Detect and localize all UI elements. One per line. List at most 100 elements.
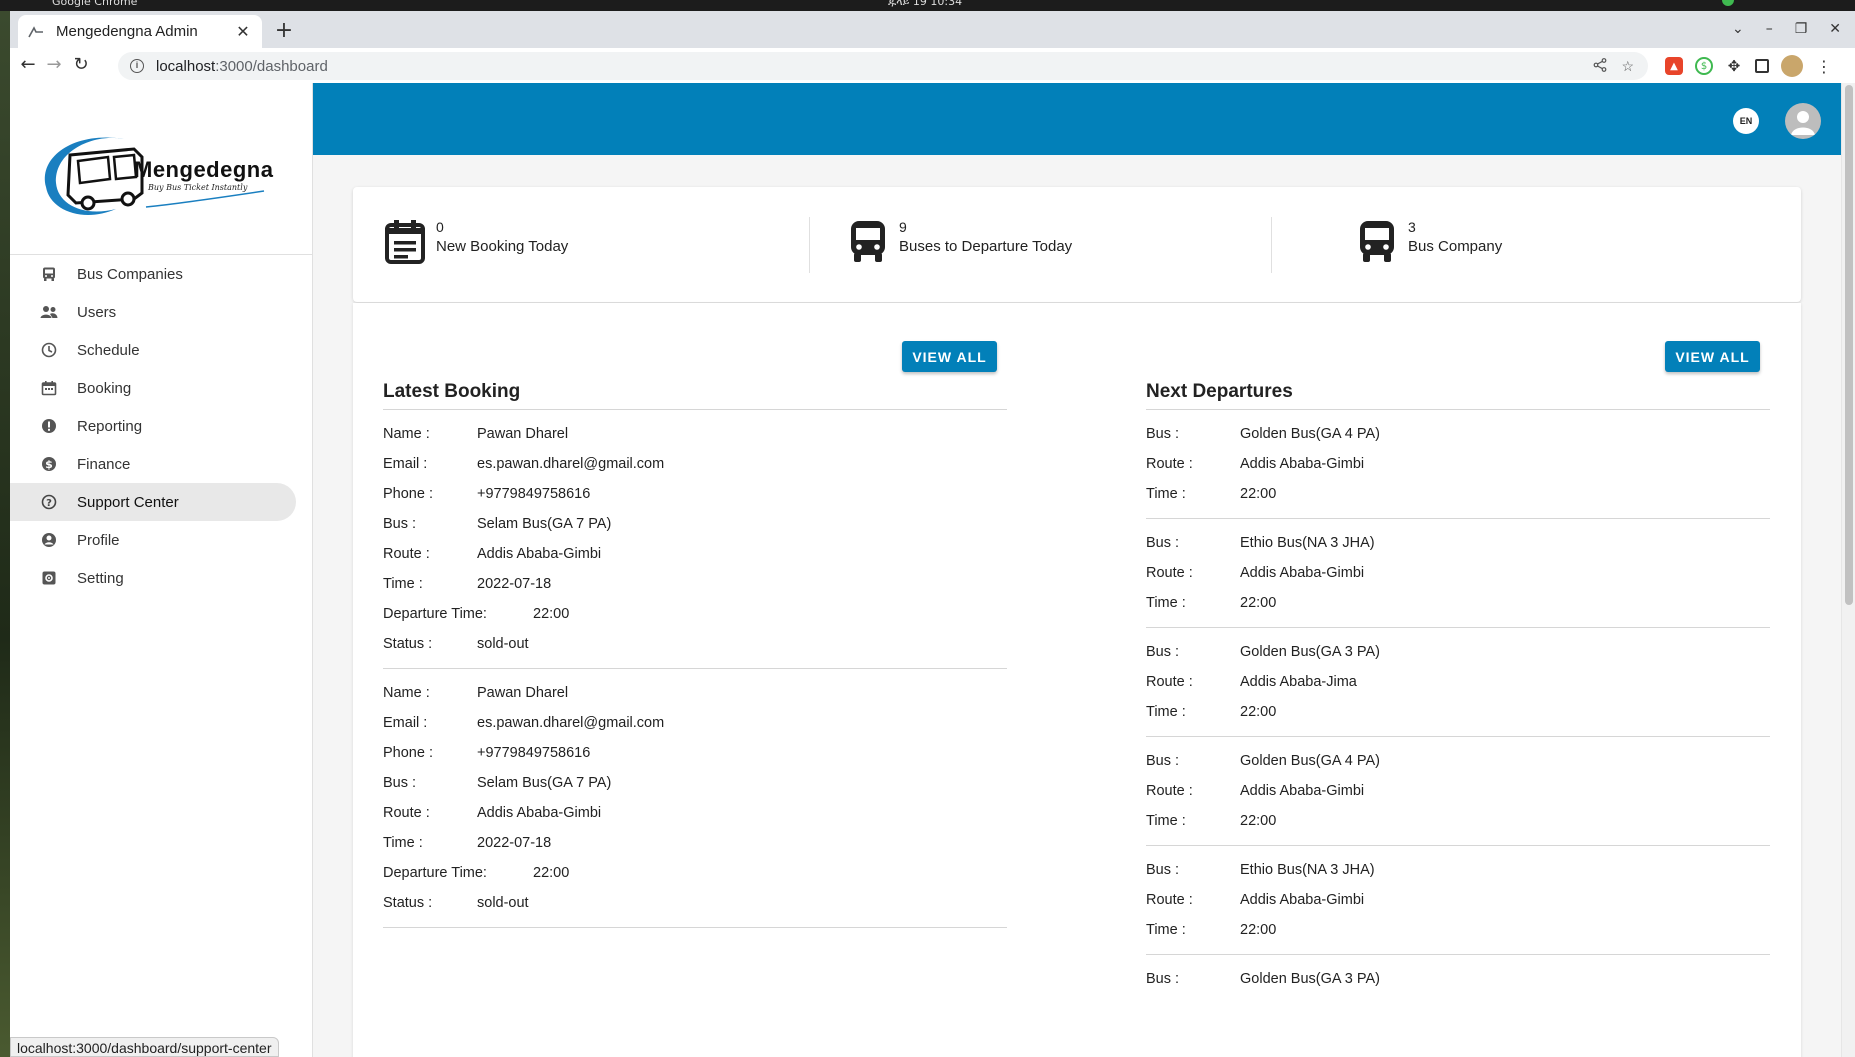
- new-tab-button[interactable]: +: [272, 20, 296, 44]
- extension-icon[interactable]: ▲: [1665, 57, 1683, 75]
- departure-bus-row: Bus : Ethio Bus(NA 3 JHA): [1146, 528, 1770, 558]
- sidebar-item-label: Finance: [77, 455, 131, 473]
- sidebar-item-profile[interactable]: Profile: [10, 521, 296, 559]
- side-panel-icon[interactable]: [1755, 59, 1769, 73]
- restore-icon[interactable]: ❐: [1795, 21, 1808, 37]
- puzzle-icon[interactable]: ✥: [1725, 57, 1743, 75]
- stat-divider: [1271, 217, 1272, 273]
- field-label: Email :: [383, 456, 428, 472]
- booking-entry[interactable]: Name : Pawan Dharel Email : es.pawan.dhare…: [383, 410, 1007, 669]
- tab-close-icon[interactable]: ✕: [234, 22, 252, 42]
- view-all-bookings-button[interactable]: VIEW ALL: [902, 341, 997, 372]
- brand-tagline: Buy Bus Ticket Instantly: [148, 183, 248, 192]
- field-label: Bus :: [383, 775, 417, 791]
- stat-divider: [809, 217, 810, 273]
- brand-name: Mengedegna: [134, 157, 274, 182]
- reload-icon[interactable]: ↻: [69, 53, 93, 77]
- sidebar-item-schedule[interactable]: Schedule: [10, 331, 296, 369]
- booking-status: sold-out: [477, 895, 529, 911]
- bookmark-star-icon[interactable]: ☆: [1621, 58, 1634, 75]
- sidebar-item-support-center[interactable]: ? Support Center: [10, 483, 296, 521]
- window-close-icon[interactable]: ✕: [1829, 21, 1841, 37]
- page-viewport: Mengedegna Buy Bus Ticket Instantly Bus …: [10, 83, 1855, 1057]
- field-label: Phone :: [383, 486, 433, 502]
- booking-entry[interactable]: Name : Pawan Dharel Email : es.pawan.dhare…: [383, 669, 1007, 928]
- booking-status-row: Status : sold-out: [383, 629, 1007, 659]
- os-top-bar: Google Chrome ጁላይ 19 10:34: [0, 0, 1855, 11]
- view-all-departures-button[interactable]: VIEW ALL: [1665, 341, 1760, 372]
- sidebar-item-setting[interactable]: Setting: [10, 559, 296, 597]
- language-switch[interactable]: EN: [1733, 108, 1759, 134]
- site-info-icon[interactable]: i: [130, 59, 144, 73]
- os-clock: ጁላይ 19 10:34: [888, 0, 963, 8]
- sidebar-item-users[interactable]: Users: [10, 293, 296, 331]
- booking-email-row: Email : es.pawan.dharel@gmail.com: [383, 449, 1007, 479]
- booking-bus-row: Bus : Selam Bus(GA 7 PA): [383, 768, 1007, 798]
- booking-name-row: Name : Pawan Dharel: [383, 419, 1007, 449]
- booking-departure: 22:00: [533, 865, 570, 881]
- brand-logo[interactable]: Mengedegna Buy Bus Ticket Instantly: [34, 127, 284, 223]
- booking-bus-row: Bus : Selam Bus(GA 7 PA): [383, 509, 1007, 539]
- profile-avatar-icon[interactable]: [1781, 55, 1803, 77]
- browser-tab[interactable]: Mengedengna Admin ✕: [18, 15, 262, 48]
- section-title: Next Departures: [1146, 381, 1293, 402]
- sidebar-item-finance[interactable]: $ Finance: [10, 445, 296, 483]
- departure-entry[interactable]: Bus : Golden Bus(GA 4 PA) Route : Addis Ab…: [1146, 410, 1770, 519]
- field-label: Time :: [383, 835, 423, 851]
- minimize-icon[interactable]: –: [1766, 21, 1773, 37]
- field-label: Route :: [1146, 674, 1193, 690]
- departure-entry[interactable]: Bus : Golden Bus(GA 3 PA) Route : Addis Ab…: [1146, 628, 1770, 737]
- departure-entry[interactable]: Bus : Ethio Bus(NA 3 JHA) Route : Addis Ab…: [1146, 519, 1770, 628]
- svg-text:$: $: [45, 458, 53, 471]
- stat-label: New Booking Today: [436, 238, 569, 255]
- forward-icon[interactable]: →: [42, 53, 66, 77]
- departure-entry[interactable]: Bus : Golden Bus(GA 4 PA) Route : Addis Ab…: [1146, 737, 1770, 846]
- os-app-name: Google Chrome: [52, 0, 138, 8]
- field-label: Route :: [1146, 456, 1193, 472]
- sidebar-item-bus-companies[interactable]: Bus Companies: [10, 255, 296, 293]
- sidebar-item-label: Bus Companies: [77, 265, 183, 283]
- field-label: Route :: [383, 805, 430, 821]
- departure-time: 22:00: [1240, 486, 1277, 502]
- url-host: localhost: [156, 57, 216, 75]
- departure-entry[interactable]: Bus : Ethio Bus(NA 3 JHA) Route : Addis Ab…: [1146, 846, 1770, 955]
- share-icon[interactable]: [1593, 57, 1607, 75]
- sidebar-item-booking[interactable]: Booking: [10, 369, 296, 407]
- account-icon: [40, 531, 58, 549]
- booking-phone: +9779849758616: [477, 745, 591, 761]
- sidebar: Mengedegna Buy Bus Ticket Instantly Bus …: [10, 83, 313, 1057]
- departure-route: Addis Ababa-Gimbi: [1240, 456, 1365, 472]
- field-label: Bus :: [1146, 644, 1180, 660]
- tab-search-icon[interactable]: ⌄: [1732, 21, 1744, 37]
- field-label: Route :: [1146, 783, 1193, 799]
- field-label: Status :: [383, 895, 433, 911]
- booking-route: Addis Ababa-Gimbi: [477, 546, 602, 562]
- departure-bus-row: Bus : Ethio Bus(NA 3 JHA): [1146, 855, 1770, 885]
- sidebar-item-label: Setting: [77, 569, 124, 587]
- extension-icon[interactable]: $: [1695, 57, 1713, 75]
- page-scrollbar[interactable]: [1841, 83, 1855, 1057]
- departure-time-row: Time : 22:00: [1146, 915, 1770, 945]
- field-label: Bus :: [383, 516, 417, 532]
- back-icon[interactable]: ←: [16, 53, 40, 77]
- kebab-menu-icon[interactable]: ⋮: [1815, 57, 1833, 76]
- clock-icon: [40, 341, 58, 359]
- sidebar-item-reporting[interactable]: Reporting: [10, 407, 296, 445]
- scrollbar-thumb[interactable]: [1845, 85, 1853, 605]
- booking-time-row: Time : 2022-07-18: [383, 569, 1007, 599]
- booking-email-row: Email : es.pawan.dharel@gmail.com: [383, 708, 1007, 738]
- booking-status: sold-out: [477, 636, 529, 652]
- departure-bus-row: Bus : Golden Bus(GA 3 PA): [1146, 637, 1770, 667]
- field-label: Time :: [383, 576, 423, 592]
- booking-route-row: Route : Addis Ababa-Gimbi: [383, 798, 1007, 828]
- field-label: Time :: [1146, 595, 1186, 611]
- user-avatar[interactable]: [1785, 103, 1821, 139]
- calendar-note-icon: [383, 219, 427, 265]
- address-bar[interactable]: i localhost:3000/dashboard ☆: [118, 52, 1648, 80]
- departure-route: Addis Ababa-Gimbi: [1240, 565, 1365, 581]
- sidebar-item-label: Users: [77, 303, 117, 321]
- departure-route: Addis Ababa-Gimbi: [1240, 892, 1365, 908]
- browser-chrome: Mengedengna Admin ✕ + ⌄ – ❐ ✕ ← → ↻ i lo…: [10, 11, 1855, 83]
- departure-route-row: Route : Addis Ababa-Gimbi: [1146, 885, 1770, 915]
- departure-entry[interactable]: Bus : Golden Bus(GA 3 PA): [1146, 955, 1770, 1003]
